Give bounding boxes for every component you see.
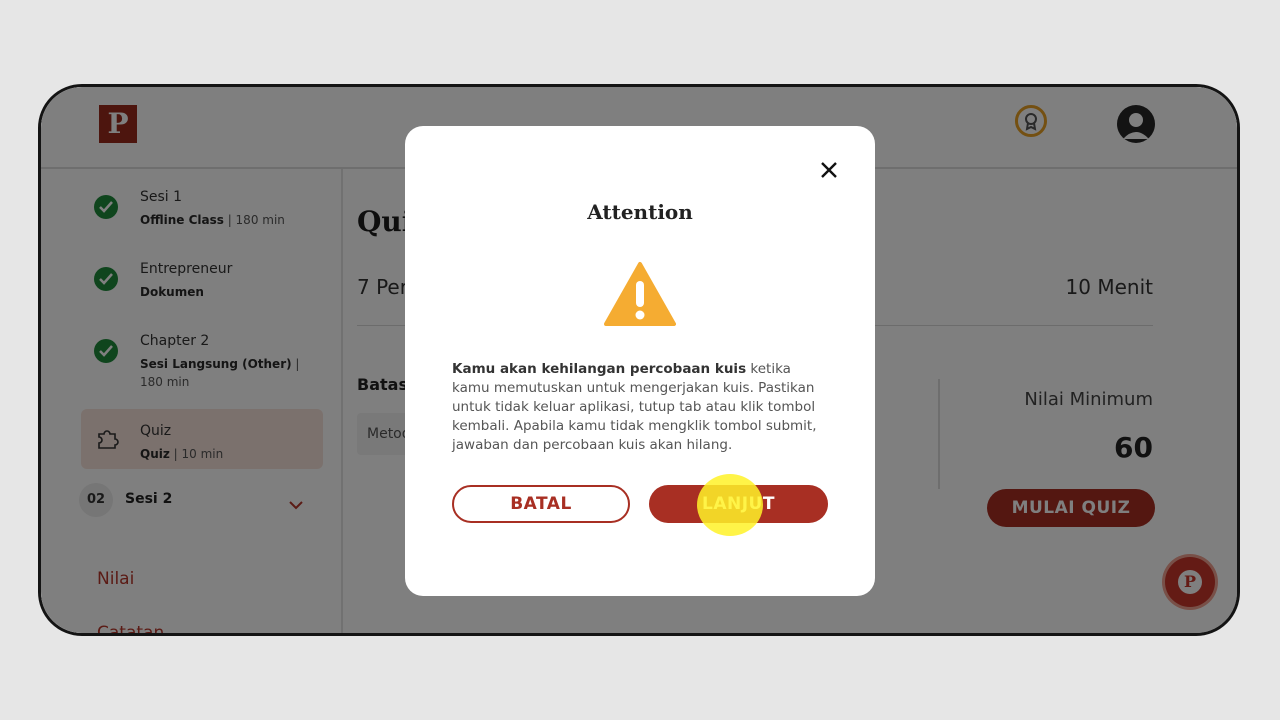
- warning-icon: [604, 261, 676, 331]
- continue-button[interactable]: LANJUT: [649, 485, 828, 523]
- cancel-button[interactable]: BATAL: [452, 485, 630, 523]
- dialog-title: Attention: [587, 200, 693, 224]
- dialog-message: Kamu akan kehilangan percobaan kuis keti…: [452, 361, 817, 453]
- close-icon[interactable]: [817, 158, 841, 182]
- attention-dialog: Attention Kamu akan kehilangan percobaan…: [405, 126, 875, 596]
